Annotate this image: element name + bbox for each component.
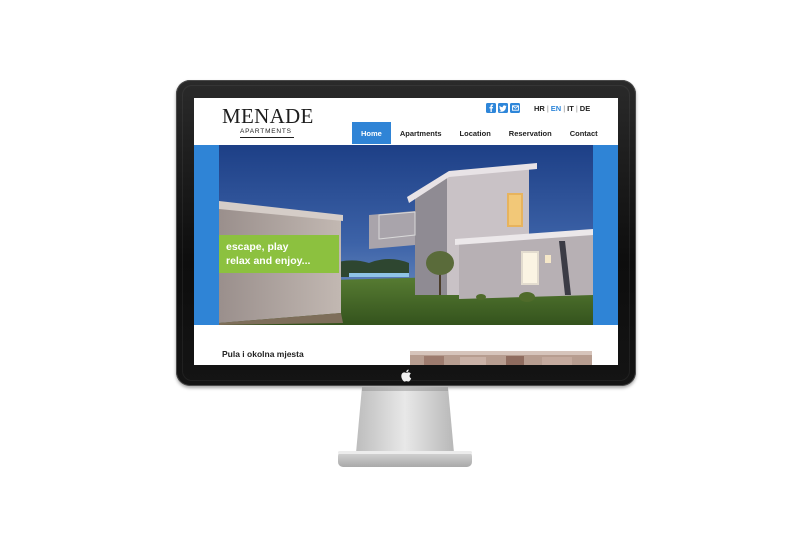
lang-hr[interactable]: HR [534,104,545,113]
site-header: MENADE APARTMENTS HR | EN | IT | DE Home… [194,98,618,144]
nav-apartments[interactable]: Apartments [391,122,451,144]
language-switcher: HR | EN | IT | DE [534,104,590,113]
lang-separator: | [575,104,578,113]
page: MENADE APARTMENTS HR | EN | IT | DE Home… [0,0,800,556]
location-thumbnail[interactable] [410,351,592,365]
tagline-line-1: escape, play [226,241,289,253]
nav-location[interactable]: Location [451,122,500,144]
nav-reservation[interactable]: Reservation [500,122,561,144]
section-title: Pula i okolna mjesta [222,349,304,359]
social-links [486,103,520,113]
main-nav: Home Apartments Location Reservation Con… [352,122,607,144]
lang-en[interactable]: EN [551,104,561,113]
monitor-stand [338,387,472,467]
site-logo[interactable]: MENADE APARTMENTS [222,106,314,138]
tagline-line-2: relax and enjoy... [226,255,311,267]
lang-separator: | [546,104,549,113]
content-area: Pula i okolna mjesta [194,325,618,365]
email-icon[interactable] [510,103,520,113]
website-screen: MENADE APARTMENTS HR | EN | IT | DE Home… [194,98,618,365]
brand-subtitle: APARTMENTS [240,128,294,138]
hero-tagline: escape, play relax and enjoy... [219,235,339,273]
lang-it[interactable]: IT [567,104,574,113]
brand-name: MENADE [222,104,314,128]
nav-home[interactable]: Home [352,122,391,144]
nav-contact[interactable]: Contact [561,122,607,144]
lang-de[interactable]: DE [580,104,590,113]
hero-banner: escape, play relax and enjoy... [194,145,618,325]
twitter-icon[interactable] [498,103,508,113]
lang-separator: | [563,104,566,113]
apple-logo-icon [401,369,412,382]
facebook-icon[interactable] [486,103,496,113]
